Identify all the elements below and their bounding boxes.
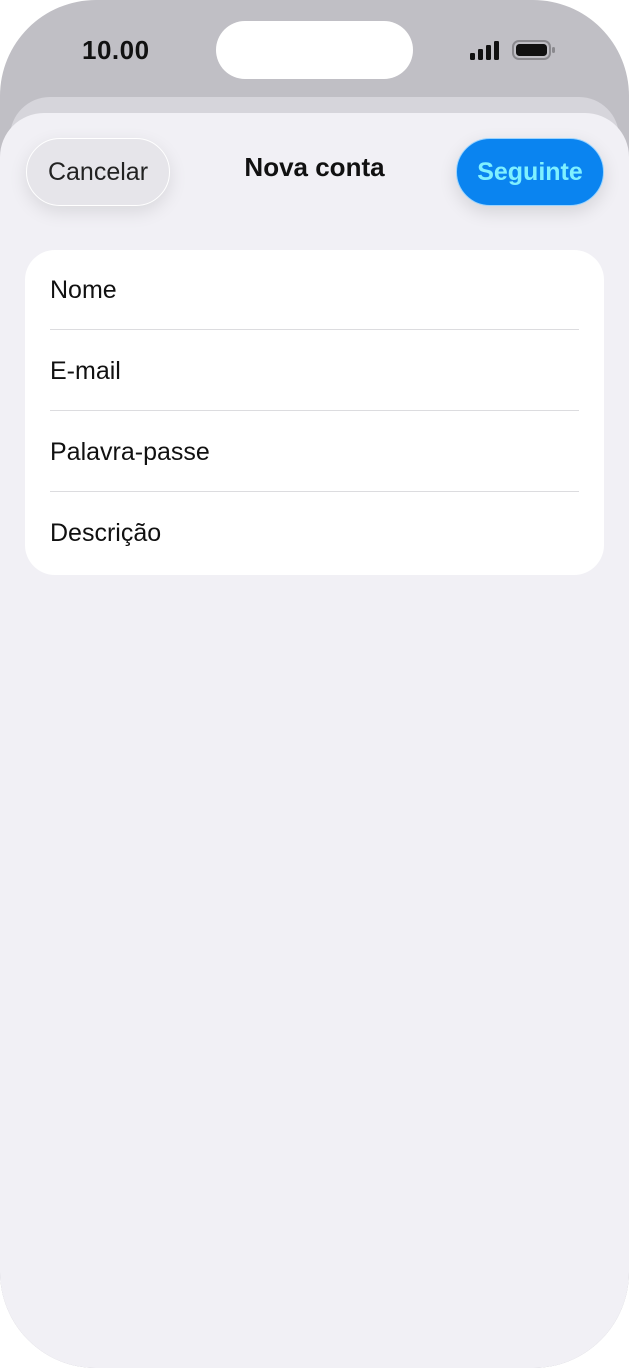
- status-time: 10.00: [82, 35, 150, 65]
- cellular-signal-icon: [470, 41, 499, 60]
- password-field[interactable]: [50, 412, 579, 492]
- form-row-email: [50, 331, 579, 411]
- cancel-button[interactable]: Cancelar: [26, 138, 170, 206]
- form-row-password: [50, 412, 579, 492]
- description-field[interactable]: [50, 493, 579, 573]
- email-field[interactable]: [50, 331, 579, 411]
- form-row-name: [50, 250, 579, 330]
- phone-screen: 10.00 Cancelar Nova conta Seguinte: [0, 0, 629, 1368]
- form-row-description: [50, 493, 579, 573]
- battery-icon: [512, 40, 555, 60]
- next-button[interactable]: Seguinte: [456, 138, 604, 206]
- dynamic-island: [216, 21, 413, 79]
- name-field[interactable]: [50, 250, 579, 330]
- page-title: Nova conta: [244, 152, 385, 182]
- account-form-card: [25, 250, 604, 575]
- status-bar: 10.00: [0, 0, 629, 100]
